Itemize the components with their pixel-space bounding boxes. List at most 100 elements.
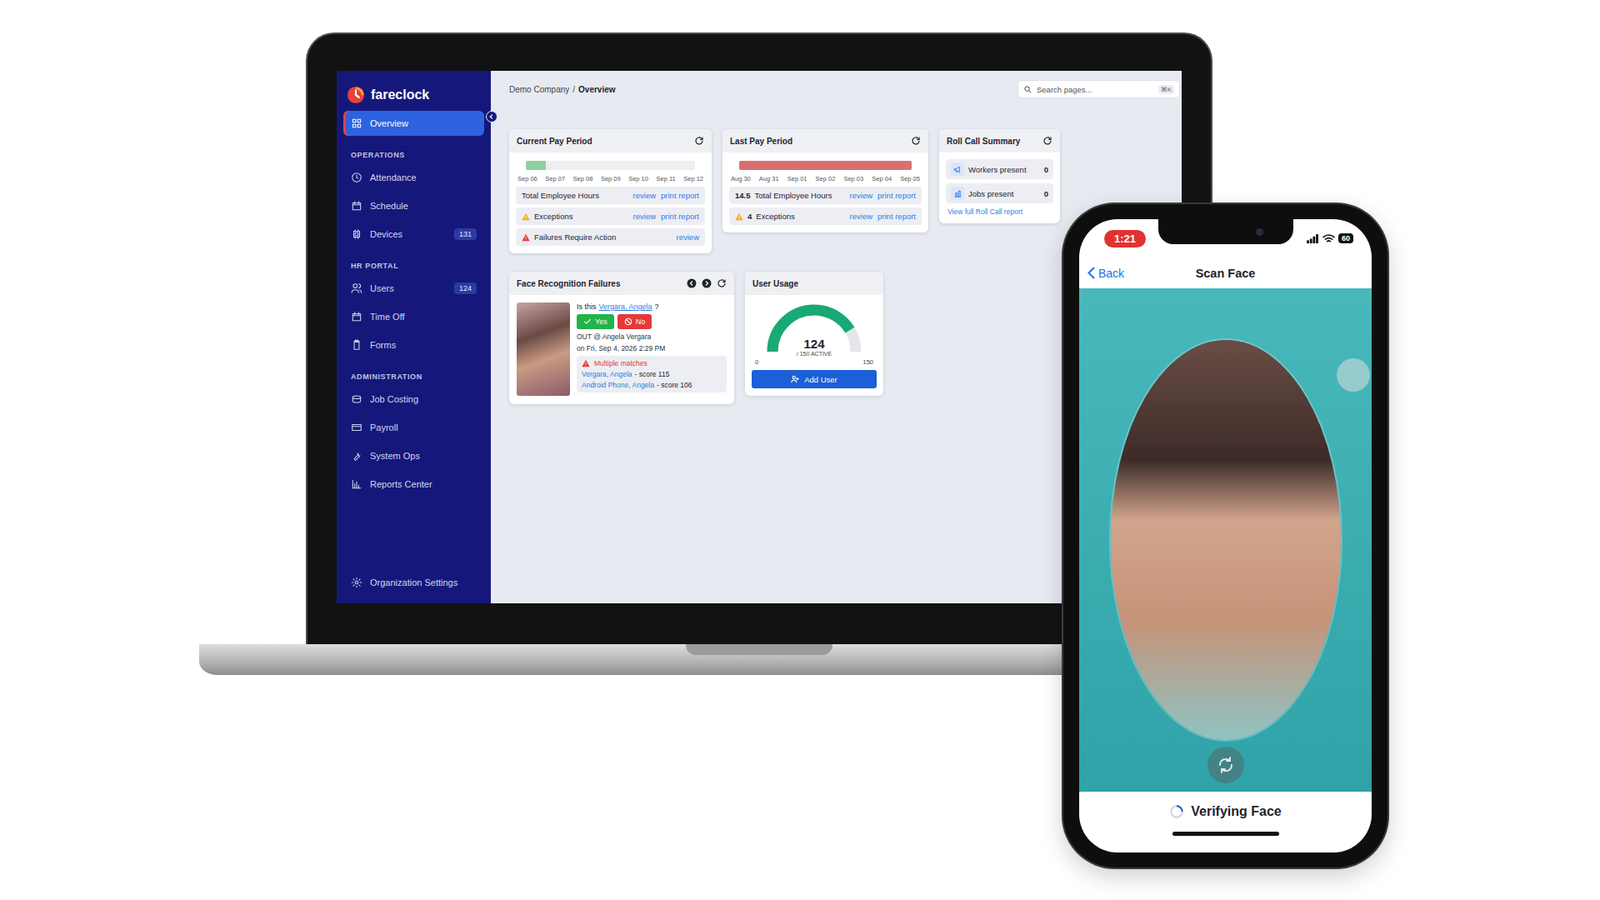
breadcrumb-separator: /	[572, 85, 575, 95]
menu-item-icon	[350, 421, 363, 434]
match-name[interactable]: Android Phone, Angela	[581, 380, 655, 390]
row-link[interactable]: review	[850, 211, 873, 221]
date-label: Sep 06	[517, 175, 538, 183]
menu-item-icon	[350, 171, 363, 184]
refresh-icon[interactable]	[1042, 135, 1053, 146]
date-label: Sep 01	[787, 175, 808, 183]
dashboard-screen: fareclockOverviewOPERATIONSAttendanceSch…	[336, 70, 1182, 604]
row-links: review print report	[633, 211, 700, 221]
gauge-max: 150	[862, 358, 874, 366]
pay-period-bar	[739, 160, 912, 170]
sidebar-item[interactable]: Forms	[343, 332, 485, 358]
gauge-value: 124	[803, 337, 825, 352]
date-label: Sep 10	[628, 175, 649, 183]
menu-item-icon	[350, 228, 363, 240]
card-header: Roll Call Summary	[939, 129, 1060, 153]
sidebar-item[interactable]: Organization Settings	[343, 570, 485, 595]
next-icon[interactable]	[701, 278, 712, 289]
previous-icon[interactable]	[686, 278, 697, 289]
magnifier-icon	[1023, 85, 1033, 95]
phone-screen: 1:2160BackScan FaceVerifying Face	[1079, 219, 1372, 853]
roll-call-label: Workers present	[968, 165, 1027, 175]
matches-box: Multiple matchesVergara, Angela- score 1…	[576, 355, 727, 393]
card-body: Sep 06Sep 07Sep 08Sep 09Sep 10Sep 11Sep …	[509, 152, 712, 254]
summary-label: Total Employee Hours	[521, 190, 600, 200]
refresh-icon[interactable]	[910, 135, 921, 146]
sidebar-item[interactable]: Job Costing	[343, 386, 485, 412]
breadcrumb-item[interactable]: Demo Company	[509, 85, 570, 95]
menu-item-icon	[350, 339, 363, 351]
signal-icon	[1306, 234, 1320, 244]
add-user-button[interactable]: Add User	[751, 370, 877, 389]
row-link[interactable]: print report	[660, 211, 700, 221]
sidebar-item[interactable]: System Ops	[343, 443, 485, 469]
refresh-icon[interactable]	[716, 278, 727, 289]
marketing-stage: fareclockOverviewOPERATIONSAttendanceSch…	[0, 0, 1600, 900]
row-link[interactable]: review	[676, 232, 700, 242]
card-header: Current Pay Period	[509, 129, 712, 153]
flip-camera-button[interactable]	[1207, 746, 1245, 784]
card-tools	[686, 278, 727, 289]
sidebar-item[interactable]: Attendance	[343, 165, 485, 190]
refresh-icon[interactable]	[694, 135, 705, 146]
match-score: - score 115	[635, 370, 670, 379]
row-link[interactable]: review	[850, 190, 873, 200]
roll-call-row: Jobs present0	[945, 183, 1054, 204]
sidebar-item[interactable]: Schedule	[343, 193, 485, 219]
card-title: Last Pay Period	[730, 136, 793, 146]
phone-notch	[1158, 219, 1294, 245]
home-indicator[interactable]	[1172, 831, 1280, 836]
top-bar: Demo Company/Overview Search pages...⌘K	[490, 70, 1182, 108]
status-icons: 60	[1306, 233, 1354, 244]
back-button[interactable]: Back	[1087, 266, 1196, 280]
row-link[interactable]: print report	[877, 211, 916, 221]
roll-call-value: 0	[1044, 165, 1049, 175]
brand[interactable]: fareclock	[336, 70, 491, 110]
roll-call-row: Workers present 0	[945, 159, 1054, 180]
sidebar-item[interactable]: Time Off	[343, 304, 485, 330]
collapse-toggle[interactable]	[485, 110, 498, 123]
summary-value: 4	[747, 211, 752, 221]
laptop-notch	[685, 644, 833, 655]
capture-indicator[interactable]	[1336, 358, 1370, 392]
home-indicator-area	[1079, 831, 1372, 853]
usage-gauge: 124/ 150 ACTIVE	[764, 303, 865, 357]
face-info: Is thisVergara, Angela?YesNoOUT @ Angela…	[576, 302, 727, 396]
row-link[interactable]: print report	[660, 190, 700, 200]
check-icon	[583, 317, 592, 326]
camera-view	[1079, 288, 1372, 792]
date-axis: Aug 30Aug 31Sep 01Sep 02Sep 03Sep 04Sep …	[730, 175, 920, 183]
search-field[interactable]: Search pages...⌘K	[1017, 80, 1180, 99]
summary-label: Exceptions	[534, 211, 573, 221]
nav-header: BackScan Face	[1079, 257, 1372, 289]
grid-icon	[350, 117, 363, 130]
row-link[interactable]: review	[633, 211, 656, 221]
no-button[interactable]: No	[617, 314, 653, 330]
sidebar-item[interactable]: Overview	[343, 110, 485, 136]
match-row: Vergara, Angela- score 115	[581, 370, 722, 379]
button-label: Yes	[595, 317, 608, 326]
roll-call-report-link[interactable]: View full Roll Call report	[945, 207, 1054, 216]
menu-item-icon	[350, 450, 363, 462]
card-title: Roll Call Summary	[946, 136, 1020, 146]
sidebar: fareclockOverviewOPERATIONSAttendanceSch…	[336, 70, 491, 604]
sidebar-item[interactable]: Users124	[343, 275, 485, 301]
match-name[interactable]: Vergara, Angela	[581, 370, 633, 379]
pay-period-card: Last Pay PeriodAug 30Aug 31Sep 01Sep 02S…	[722, 129, 929, 233]
sidebar-item-label: Forms	[370, 340, 396, 350]
button-label: Add User	[804, 375, 838, 385]
gauge-caption: / 150 ACTIVE	[796, 350, 832, 357]
user-link[interactable]: Vergara, Angela	[599, 302, 653, 311]
row-link[interactable]: print report	[877, 190, 916, 200]
sidebar-item[interactable]: Reports Center	[343, 471, 485, 497]
card-header: User Usage	[745, 271, 884, 295]
yes-button[interactable]: Yes	[576, 314, 615, 330]
row-link[interactable]: review	[633, 190, 656, 200]
row-links: review print report	[633, 190, 700, 200]
date-label: Sep 11	[655, 175, 675, 183]
row-links: review	[676, 232, 700, 242]
sidebar-item[interactable]: Payroll	[343, 415, 485, 440]
sidebar-item[interactable]: Devices131	[343, 221, 485, 247]
date-label: Sep 02	[815, 175, 836, 183]
breadcrumb: Demo Company/Overview	[509, 85, 616, 95]
